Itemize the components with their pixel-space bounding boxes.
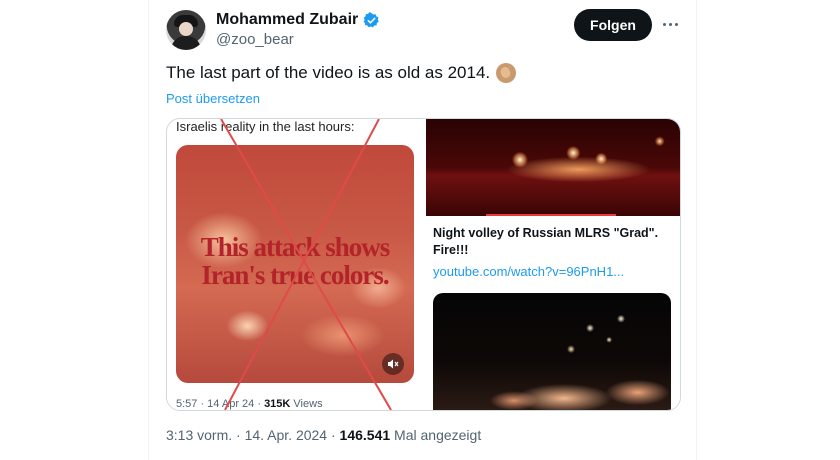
more-options-icon[interactable] xyxy=(660,14,680,34)
avatar[interactable] xyxy=(166,10,206,50)
video-meta-time: 5:57 · 14 Apr 24 · xyxy=(176,398,261,410)
timeline-right-border xyxy=(696,0,697,460)
rocket-launch-image[interactable] xyxy=(426,119,680,216)
tweet-text-row: The last part of the video is as old as … xyxy=(166,63,517,83)
link-card-url[interactable]: youtube.com/watch?v=96PnH1... xyxy=(433,264,624,279)
link-card-thumbnail[interactable] xyxy=(433,293,671,410)
verified-badge-icon xyxy=(363,11,379,27)
video-thumbnail[interactable]: This attack shows Iran's true colors. xyxy=(176,145,414,383)
clapping-hands-icon xyxy=(496,63,517,83)
link-card-title[interactable]: Night volley of Russian MLRS "Grad". Fir… xyxy=(433,225,663,259)
follow-button[interactable]: Folgen xyxy=(574,9,652,41)
image-red-line xyxy=(486,214,616,216)
avatar-body xyxy=(171,36,201,50)
author-handle[interactable]: @zoo_bear xyxy=(216,31,294,48)
view-count-label: Mal angezeigt xyxy=(394,427,482,443)
video-meta-views: 315K xyxy=(264,398,291,410)
timeline-left-border xyxy=(148,0,149,460)
youtube-link-card[interactable]: Night volley of Russian MLRS "Grad". Fir… xyxy=(426,217,680,410)
view-count: 146.541 xyxy=(339,427,391,443)
tweet-text: The last part of the video is as old as … xyxy=(166,63,491,82)
speaker-icon[interactable] xyxy=(382,353,404,375)
tweet-footer: 3:13 vorm. · 14. Apr. 2024 · 146.541 Mal… xyxy=(166,427,481,443)
media-container: Israelis reality in the last hours: This… xyxy=(166,118,681,411)
video-caption: Israelis reality in the last hours: xyxy=(176,119,355,134)
embedded-video-card[interactable]: Israelis reality in the last hours: This… xyxy=(167,119,423,410)
author-name-row: Mohammed Zubair xyxy=(216,11,380,29)
avatar-face xyxy=(179,22,193,36)
translate-link[interactable]: Post übersetzen xyxy=(166,91,260,106)
tweet-timestamp[interactable]: 3:13 vorm. · 14. Apr. 2024 · xyxy=(166,427,336,443)
video-meta-views-label: Views xyxy=(293,398,323,410)
author-display-name[interactable]: Mohammed Zubair xyxy=(216,11,358,29)
video-overlay-text: This attack shows Iran's true colors. xyxy=(200,232,391,291)
video-meta: 5:57 · 14 Apr 24 · 315K Views xyxy=(176,398,323,410)
